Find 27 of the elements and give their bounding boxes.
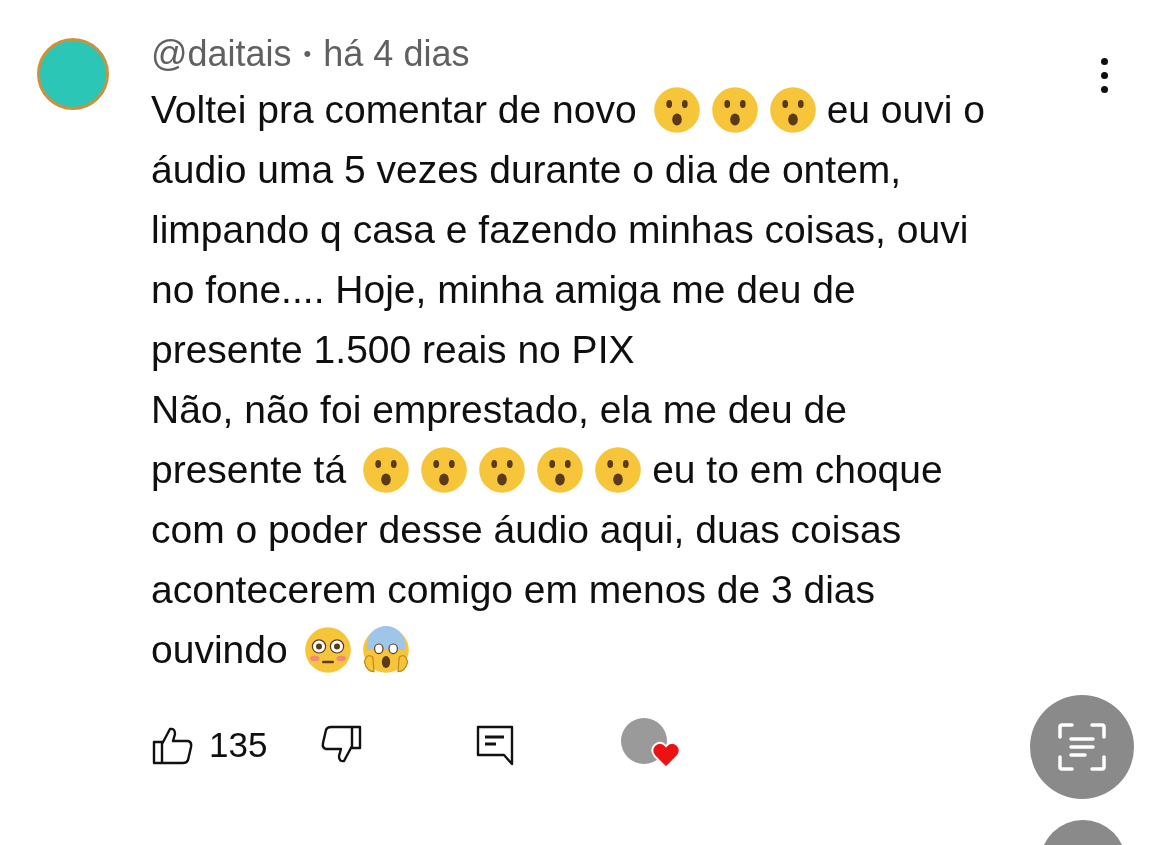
comment-text: Voltei pra comentar de novo	[151, 88, 637, 132]
comment-text: Não, não foi emprestado, ela me deu de	[151, 388, 847, 432]
comment-text: eu ouvi o	[826, 88, 985, 132]
author-name[interactable]: @daitais	[151, 33, 292, 75]
comment-text: no fone.... Hoje, minha amiga me deu de	[151, 268, 856, 312]
surprised-face-icon	[362, 446, 411, 494]
surprised-face-icon	[652, 86, 701, 134]
comment-text: presente 1.500 reais no PIX	[151, 328, 635, 372]
comment-text: limpando q casa e fazendo minhas coisas, ouvi	[151, 208, 969, 252]
comment-text: eu to em choque	[652, 448, 943, 492]
like-button[interactable]: 135	[151, 723, 268, 767]
comment-text: ouvindo	[151, 628, 288, 672]
comment-text: presente tá	[151, 448, 347, 492]
comment-text: acontecerem comigo em menos de 3 dias	[151, 568, 876, 612]
surprised-face-icon	[420, 446, 469, 494]
flushed-face-icon	[303, 626, 352, 674]
comment-text: com o poder desse áudio aqui, duas coisas	[151, 508, 902, 552]
comment-time: há 4 dias	[323, 33, 470, 75]
more-options-icon[interactable]	[1101, 58, 1108, 93]
surprised-face-icon	[536, 446, 585, 494]
surprised-face-icon	[594, 446, 643, 494]
surprised-face-icon	[768, 86, 817, 134]
surprised-face-icon	[710, 86, 759, 134]
surprised-face-icon	[478, 446, 527, 494]
screaming-face-icon	[361, 626, 410, 674]
comment-text: áudio uma 5 vezes durante o dia de ontem,	[151, 148, 902, 192]
separator-dot: •	[303, 41, 312, 67]
